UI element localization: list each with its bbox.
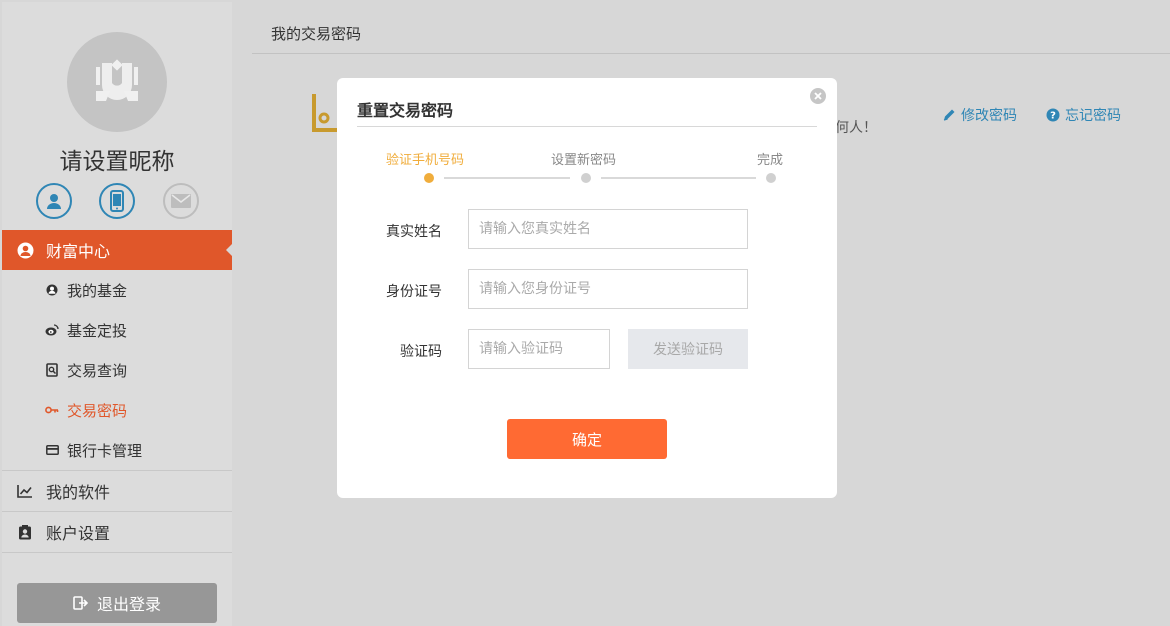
nickname[interactable]: 请设置昵称 xyxy=(2,142,232,176)
step-label-verify-phone: 验证手机号码 xyxy=(386,153,465,168)
question-circle-icon: ? xyxy=(1046,108,1060,122)
step-label-new-password: 设置新密码 xyxy=(551,153,617,168)
menu-my-software[interactable]: 我的软件 xyxy=(2,471,232,511)
step-dot-active xyxy=(424,173,434,183)
phone-verify-icon[interactable] xyxy=(99,183,135,219)
sign-out-icon xyxy=(73,596,89,610)
sidebar-item-my-fund[interactable]: 我的基金 xyxy=(2,270,232,310)
logo-icon xyxy=(96,59,138,101)
modal-divider xyxy=(357,126,817,127)
sidebar-item-label: 我的基金 xyxy=(67,281,128,300)
avatar[interactable] xyxy=(67,32,167,132)
content-header: 我的交易密码 xyxy=(252,2,1170,54)
menu-wealth-center[interactable]: 财富中心 xyxy=(2,230,233,270)
logout-label: 退出登录 xyxy=(96,595,161,614)
sidebar-item-trade-query[interactable]: 交易查询 xyxy=(2,350,232,390)
user-circle-icon xyxy=(45,283,59,297)
sidebar-item-fund-plan[interactable]: 基金定投 xyxy=(2,310,232,350)
pencil-icon xyxy=(942,108,956,122)
id-number-input[interactable] xyxy=(468,269,748,309)
verify-row xyxy=(36,183,200,219)
sidebar-item-label: 基金定投 xyxy=(67,321,128,340)
sidebar: 请设置昵称 财富中心 我的基金 基金定投 交易查询 交易密码 银行卡管理 我的软… xyxy=(2,2,233,626)
modal-title: 重置交易密码 xyxy=(357,101,454,120)
svg-text:?: ? xyxy=(1050,111,1056,122)
lock-key-icon xyxy=(310,94,340,134)
modify-password-label: 修改密码 xyxy=(961,108,1017,124)
background-text: 何人！ xyxy=(835,120,877,136)
menu-wealth-center-label: 财富中心 xyxy=(46,242,111,261)
step-dot xyxy=(581,173,591,183)
sidebar-item-trade-password[interactable]: 交易密码 xyxy=(2,390,232,430)
menu-account-settings[interactable]: 账户设置 xyxy=(2,512,232,552)
forgot-password-label: 忘记密码 xyxy=(1065,108,1121,124)
weibo-icon xyxy=(45,323,59,337)
forgot-password-link[interactable]: ? 忘记密码 xyxy=(1046,105,1121,125)
verification-code-input[interactable] xyxy=(468,329,610,369)
real-name-label: 真实姓名 xyxy=(386,224,442,240)
line-chart-icon xyxy=(16,482,34,500)
credit-card-icon xyxy=(45,443,59,457)
logout-button[interactable]: 退出登录 xyxy=(17,583,217,623)
send-code-button[interactable]: 发送验证码 xyxy=(628,329,748,369)
user-circle-icon xyxy=(16,241,34,259)
step-dot xyxy=(766,173,776,183)
menu-account-settings-label: 账户设置 xyxy=(46,524,111,543)
sidebar-item-label: 交易查询 xyxy=(67,361,128,380)
contact-card-icon xyxy=(16,523,34,541)
sidebar-item-label: 银行卡管理 xyxy=(67,441,143,460)
page-title: 我的交易密码 xyxy=(271,25,362,43)
step-label-complete: 完成 xyxy=(757,153,784,168)
divider xyxy=(2,552,232,553)
user-verify-icon[interactable] xyxy=(36,183,72,219)
id-number-label: 身份证号 xyxy=(386,284,442,300)
close-icon[interactable] xyxy=(810,88,826,104)
step-line xyxy=(444,177,570,179)
menu-my-software-label: 我的软件 xyxy=(46,483,111,502)
real-name-input[interactable] xyxy=(468,209,748,249)
verification-code-label: 验证码 xyxy=(400,344,442,360)
key-icon xyxy=(45,403,59,417)
mail-verify-icon[interactable] xyxy=(163,183,199,219)
step-line xyxy=(601,177,756,179)
sidebar-item-label: 交易密码 xyxy=(67,401,128,420)
modify-password-link[interactable]: 修改密码 xyxy=(942,105,1017,125)
sidebar-item-bank-card[interactable]: 银行卡管理 xyxy=(2,430,232,470)
confirm-button[interactable]: 确定 xyxy=(507,419,667,459)
reset-password-modal: 重置交易密码 验证手机号码 设置新密码 完成 真实姓名 身份证号 验证码 发送验… xyxy=(337,78,837,498)
search-doc-icon xyxy=(45,363,59,377)
